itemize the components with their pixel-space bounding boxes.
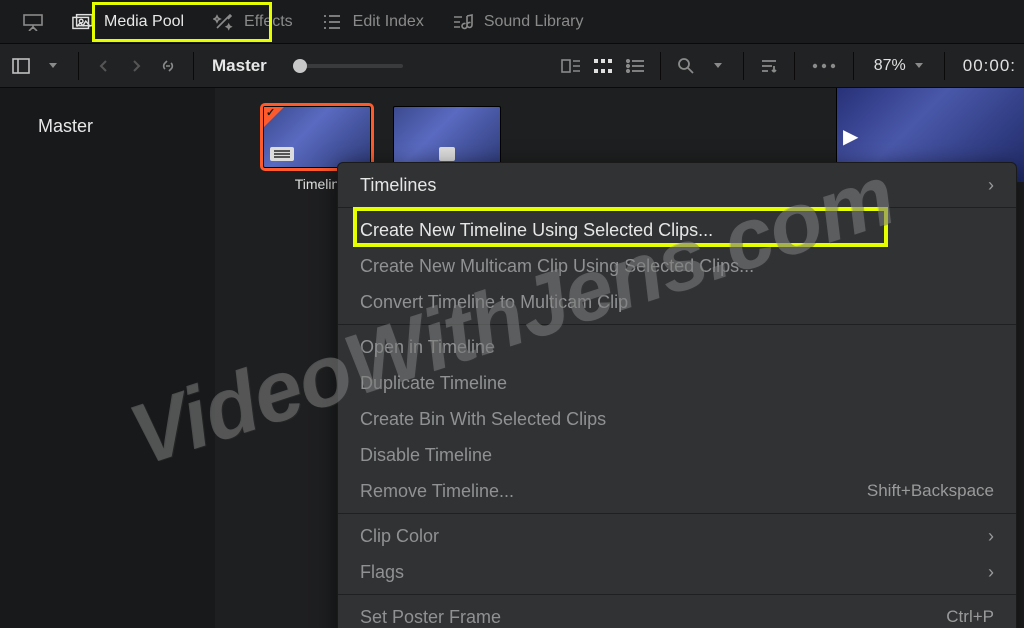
shortcut-label: Shift+Backspace [867,481,994,501]
tab-label: Effects [244,13,293,31]
sidebar-item-master[interactable]: Master [0,110,215,143]
ctx-label: Set Poster Frame [360,607,501,628]
sort-button[interactable] [756,53,782,79]
thumbnail-image: ✓ [263,106,371,168]
edit-index-icon [321,13,343,31]
separator [660,52,661,80]
chevron-down-icon [914,62,924,70]
ctx-label: Convert Timeline to Multicam Clip [360,292,628,313]
tab-label: Edit Index [353,13,424,31]
top-tab-bar: Media Pool Effects Edit Index Sound Libr… [0,0,1024,44]
separator [794,52,795,80]
chevron-right-icon: › [988,175,994,196]
breadcrumb-master[interactable]: Master [212,56,267,76]
zoom-control[interactable]: 87% [866,57,932,75]
search-button[interactable] [673,53,699,79]
ctx-label: Disable Timeline [360,445,492,466]
tab-label: Media Pool [104,13,184,31]
ctx-label: Remove Timeline... [360,481,514,502]
ctx-convert-multicam[interactable]: Convert Timeline to Multicam Clip [338,284,1016,320]
ctx-disable-timeline[interactable]: Disable Timeline [338,437,1016,473]
ctx-flags[interactable]: Flags › [338,554,1016,590]
ctx-remove-timeline[interactable]: Remove Timeline... Shift+Backspace [338,473,1016,509]
play-icon: ▶ [843,124,858,149]
thumbnail-size-slider[interactable] [293,64,403,68]
ctx-label: Create New Multicam Clip Using Selected … [360,256,754,277]
chevron-right-icon: › [988,562,994,583]
more-options-button[interactable] [807,53,841,79]
slider-knob[interactable] [293,59,307,73]
tab-media-pool[interactable]: Media Pool [58,4,198,40]
thumbnail-image [393,106,501,168]
ctx-label: Create Bin With Selected Clips [360,409,606,430]
ctx-label: Duplicate Timeline [360,373,507,394]
ctx-label: Create New Timeline Using Selected Clips… [360,220,713,241]
link-icon[interactable] [155,53,181,79]
chevron-right-icon: › [988,526,994,547]
ctx-timelines[interactable]: Timelines › [338,167,1016,203]
ctx-clip-color[interactable]: Clip Color › [338,518,1016,554]
nav-forward-button[interactable] [123,53,149,79]
ctx-duplicate-timeline[interactable]: Duplicate Timeline [338,365,1016,401]
ctx-create-bin[interactable]: Create Bin With Selected Clips [338,401,1016,437]
secondary-toolbar: Master 87% 00:00: [0,44,1024,88]
separator [338,513,1016,514]
check-icon: ✓ [266,106,275,119]
separator [338,207,1016,208]
effects-icon [212,13,234,31]
tab-edit-index[interactable]: Edit Index [307,4,438,40]
context-menu: Timelines › Create New Timeline Using Se… [337,162,1017,628]
tab-effects[interactable]: Effects [198,4,307,40]
separator [338,324,1016,325]
ctx-label: Clip Color [360,526,439,547]
separator [78,52,79,80]
ctx-set-poster-frame[interactable]: Set Poster Frame Ctrl+P [338,599,1016,628]
zoom-value: 87% [874,57,906,75]
view-list-button[interactable] [622,53,648,79]
sound-library-icon [452,13,474,31]
ctx-create-new-timeline[interactable]: Create New Timeline Using Selected Clips… [338,212,1016,248]
tab-sound-library[interactable]: Sound Library [438,4,598,40]
tab-preview[interactable] [8,4,58,40]
separator [743,52,744,80]
bin-sidebar: Master [0,88,215,628]
layout-dropdown[interactable] [40,53,66,79]
timeline-badge-icon [270,147,294,161]
separator [338,594,1016,595]
timecode-display: 00:00: [957,56,1016,76]
ctx-create-multicam[interactable]: Create New Multicam Clip Using Selected … [338,248,1016,284]
separator [944,52,945,80]
separator [853,52,854,80]
view-metadata-button[interactable] [558,53,584,79]
search-dropdown[interactable] [705,53,731,79]
view-thumbnail-button[interactable] [590,53,616,79]
tab-label: Sound Library [484,13,584,31]
separator [193,52,194,80]
media-pool-icon [72,13,94,31]
panel-layout-button[interactable] [8,53,34,79]
ctx-label: Open in Timeline [360,337,495,358]
nav-back-button[interactable] [91,53,117,79]
clip-badge-icon [439,147,455,161]
clip-name: Timelin [295,176,340,192]
ctx-open-in-timeline[interactable]: Open in Timeline [338,329,1016,365]
shortcut-label: Ctrl+P [946,607,994,627]
ctx-label: Flags [360,562,404,583]
presentation-icon [22,13,44,31]
ctx-label: Timelines [360,175,436,196]
